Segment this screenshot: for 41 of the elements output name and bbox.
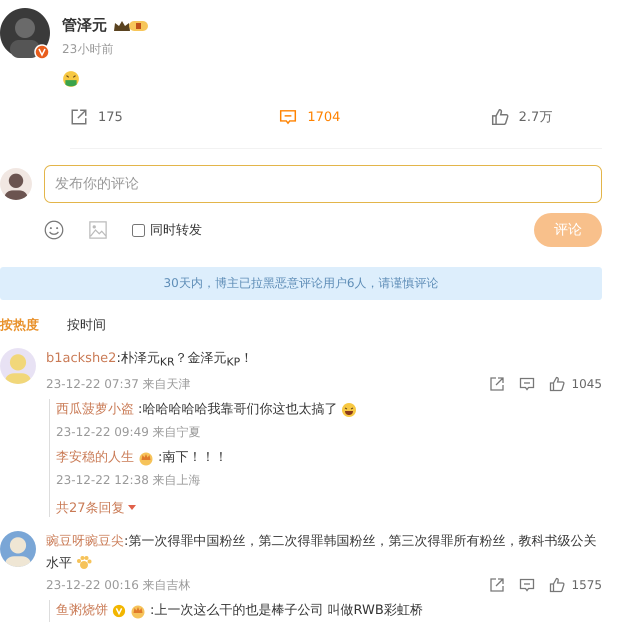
comment-icon[interactable] bbox=[519, 577, 536, 594]
reply-author[interactable]: 李安稳的人生 bbox=[56, 446, 134, 469]
caret-icon bbox=[128, 504, 136, 511]
author-name[interactable]: 管泽元 bbox=[62, 16, 107, 35]
share-count-button[interactable]: 175 bbox=[70, 108, 248, 126]
comment-input-field[interactable]: 发布你的评论 bbox=[44, 165, 602, 203]
post-time: 23小时前 bbox=[62, 41, 114, 58]
more-replies-link[interactable]: 共27条回复 bbox=[56, 498, 602, 517]
like-count: 1575 bbox=[571, 578, 602, 592]
reply-text: :南下！！！ bbox=[158, 448, 228, 467]
sort-tab[interactable]: 按时间 bbox=[67, 316, 106, 334]
notice-banner: 30天内，博主已拉黑恶意评论用户6人，请谨慎评论 bbox=[0, 267, 602, 300]
comment-meta: 23-12-22 07:37 来自天津 bbox=[46, 376, 191, 393]
share-icon[interactable] bbox=[489, 376, 506, 392]
repost-checkbox[interactable] bbox=[132, 224, 145, 236]
user-avatar[interactable] bbox=[0, 168, 32, 200]
sort-tab[interactable]: 按热度 bbox=[0, 316, 39, 334]
like-count: 1045 bbox=[571, 377, 602, 392]
reply-meta: 23-12-22 09:49 来自宁夏 bbox=[56, 424, 201, 439]
reply-text: :上一次这么干的也是棒子公司 叫做RWB彩虹桥 bbox=[150, 602, 423, 620]
vip-crown-badge-icon bbox=[113, 18, 149, 32]
reply-meta: 23-12-22 12:38 来自上海 bbox=[56, 472, 201, 487]
author-avatar[interactable] bbox=[0, 8, 50, 60]
comment-icon[interactable] bbox=[519, 376, 536, 392]
share-icon[interactable] bbox=[70, 108, 88, 126]
thumbs-up-icon[interactable] bbox=[549, 577, 566, 594]
like-count-button[interactable]: 2.7万 bbox=[490, 108, 602, 126]
thumbs-up-icon[interactable] bbox=[490, 108, 509, 126]
comment-text: 豌豆呀豌豆尖:第一次得罪中国粉丝，第二次得罪韩国粉丝，第三次得罪所有粉丝，教科书级公关水平 bbox=[46, 532, 598, 574]
reply-author[interactable]: 鱼粥烧饼 bbox=[56, 600, 108, 622]
comment-text: b1ackshe2:朴泽元$_{KR}$？金泽元$_{KP}$！ bbox=[46, 350, 254, 371]
repost-label[interactable]: 同时转发 bbox=[150, 221, 202, 239]
comment-icon[interactable] bbox=[279, 108, 298, 126]
sick-emoji-icon bbox=[62, 70, 80, 88]
share-icon[interactable] bbox=[489, 577, 506, 594]
thumbs-up-icon[interactable] bbox=[549, 376, 566, 392]
comment-meta: 23-12-22 00:16 来自吉林 bbox=[46, 576, 191, 594]
comment-count-button[interactable]: 1704 bbox=[279, 108, 425, 126]
reply-author[interactable]: 西瓜菠萝小盗 bbox=[56, 398, 134, 421]
emoji-icon[interactable] bbox=[44, 220, 64, 240]
reply-text: :哈哈哈哈哈我靠哥们你这也太搞了 bbox=[138, 400, 338, 419]
